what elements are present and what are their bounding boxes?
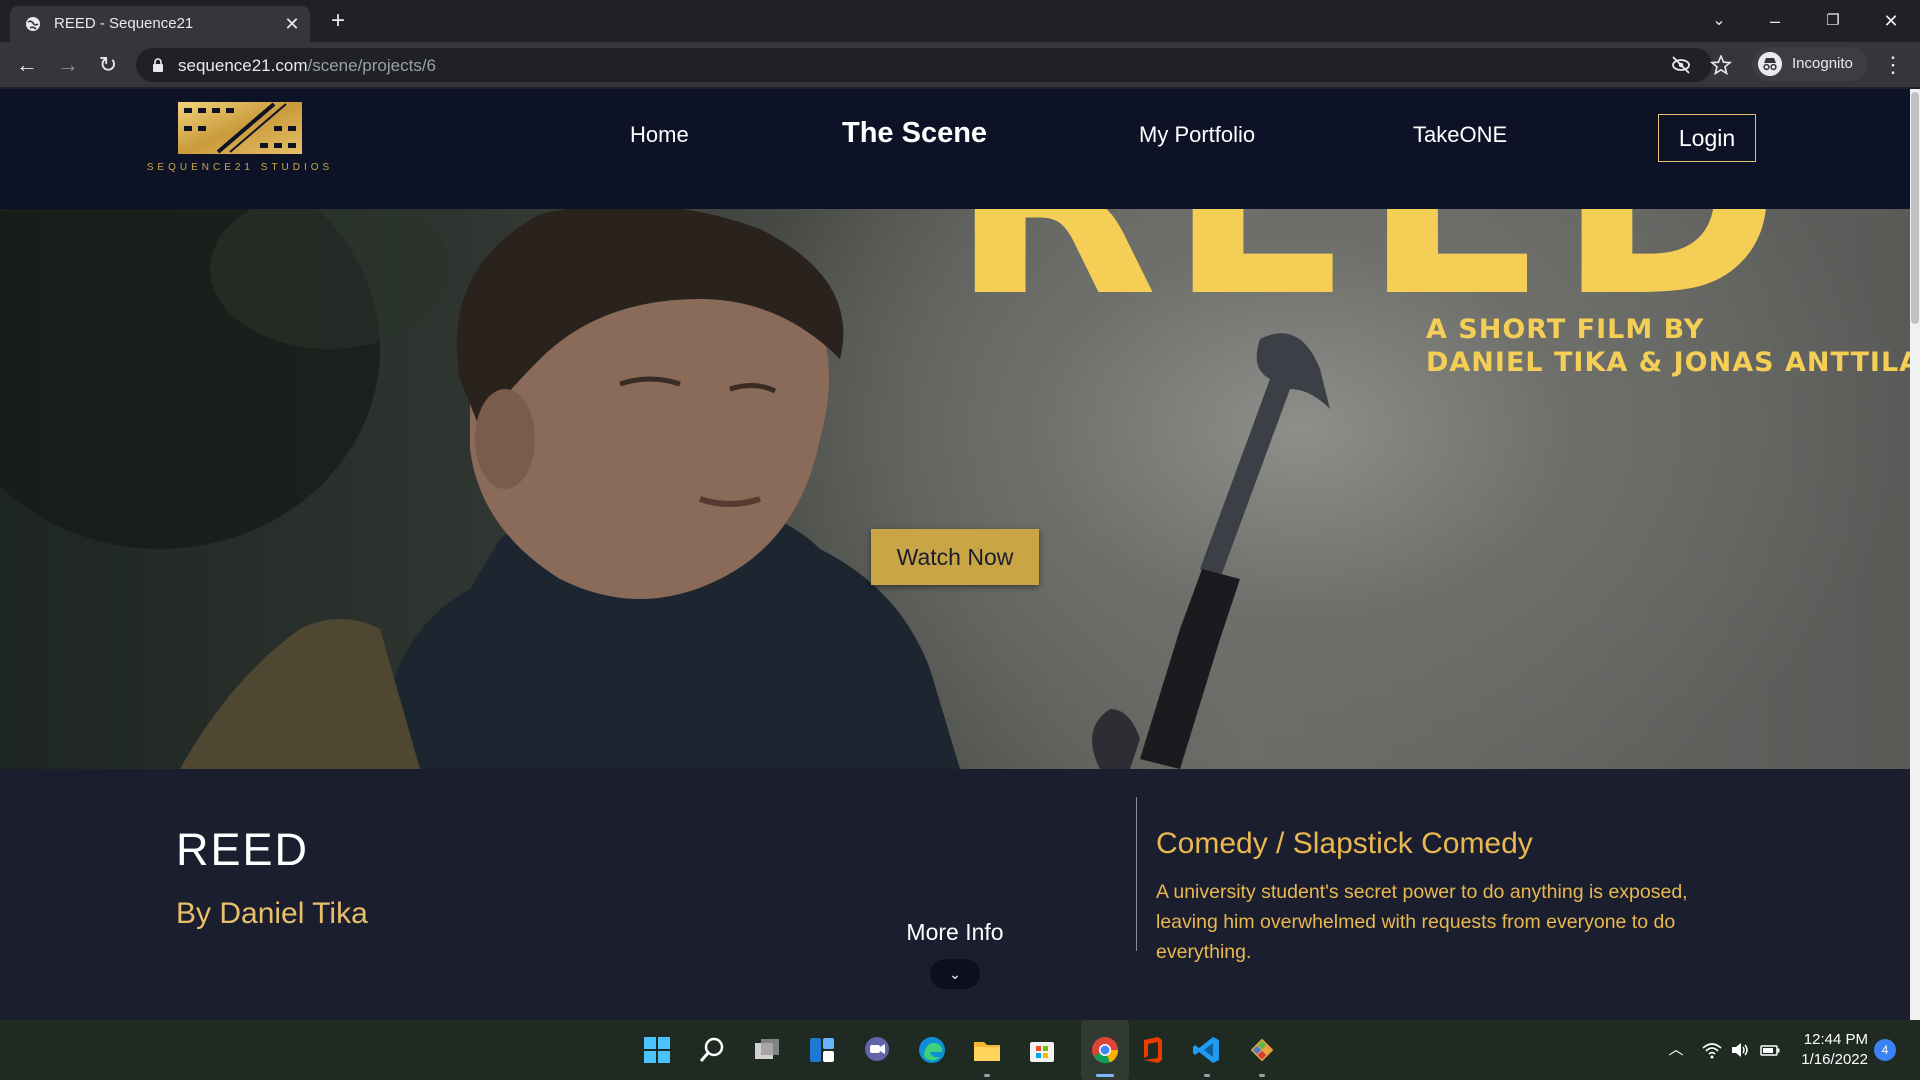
globe-icon [26, 17, 40, 31]
poster-credit-line1: A SHORT FILM BY [1426, 314, 1705, 345]
lock-icon [153, 58, 163, 72]
incognito-icon [1758, 52, 1782, 76]
film-genre: Comedy / Slapstick Comedy [1156, 827, 1533, 860]
hero-actor-image [0, 209, 960, 769]
url-path: /scene/projects/6 [307, 56, 436, 75]
chrome-browser-icon[interactable] [1089, 1034, 1121, 1066]
watch-now-button[interactable]: Watch Now [871, 529, 1039, 585]
incognito-profile-button[interactable]: Incognito [1752, 47, 1868, 81]
sword-image [1092, 333, 1330, 769]
film-author: By Daniel Tika [176, 897, 368, 930]
nav-the-scene[interactable]: The Scene [842, 117, 987, 150]
page-scrollbar-thumb[interactable] [1911, 92, 1919, 324]
microsoft-store-icon[interactable] [1026, 1034, 1058, 1066]
chrome-active-indicator [1096, 1074, 1114, 1077]
address-bar[interactable]: sequence21.com/scene/projects/6 [136, 48, 1732, 82]
edge-browser-icon[interactable] [916, 1034, 948, 1066]
vscode-icon[interactable] [1191, 1034, 1223, 1066]
wifi-icon[interactable] [1702, 1040, 1722, 1060]
tab-search-icon[interactable]: ⌄ [1706, 8, 1732, 34]
browser-tab-bar: REED - Sequence21 ✕ + ⌄ – ❐ ✕ [0, 0, 1920, 42]
hero-banner: REED A SHORT FILM BY DANIEL TIKA & JONAS… [0, 209, 1910, 769]
clock-date: 1/16/2022 [1801, 1051, 1868, 1068]
system-clock[interactable]: 12:44 PM 1/16/2022 [1788, 1030, 1868, 1070]
nav-home[interactable]: Home [630, 122, 689, 148]
logo-wordmark: SEQUENCE21 STUDIOS [146, 162, 334, 173]
minimize-icon[interactable]: – [1762, 8, 1788, 34]
restore-icon[interactable]: ❐ [1820, 8, 1846, 34]
volume-icon[interactable] [1730, 1040, 1750, 1060]
windows-taskbar: ︿ 12:44 PM 1/16/2022 4 [0, 1020, 1920, 1080]
browser-menu-icon[interactable]: ⋮ [1882, 51, 1904, 79]
browser-tab-active[interactable]: REED - Sequence21 ✕ [10, 6, 310, 42]
poster-credit: A SHORT FILM BY DANIEL TIKA & JONAS ANTT… [1426, 313, 1910, 379]
star-icon[interactable] [1710, 55, 1732, 75]
clock-time: 12:44 PM [1803, 1031, 1868, 1048]
film-title: REED [176, 824, 310, 875]
tray-overflow-chevron-icon[interactable]: ︿ [1666, 1040, 1686, 1060]
film-info-section: REED By Daniel Tika More Info ⌄ Comedy /… [0, 769, 1910, 1020]
office-icon[interactable] [1136, 1034, 1168, 1066]
site-header: SEQUENCE21 STUDIOS Home The Scene My Por… [0, 89, 1910, 209]
file-explorer-running-dot [984, 1074, 990, 1077]
incognito-label: Incognito [1792, 55, 1853, 72]
new-tab-button[interactable]: + [326, 9, 350, 33]
nav-takeone[interactable]: TakeONE [1413, 122, 1507, 148]
film-synopsis: A university student's secret power to d… [1156, 881, 1688, 963]
nav-my-portfolio[interactable]: My Portfolio [1139, 122, 1255, 148]
close-tab-icon[interactable]: ✕ [282, 14, 302, 34]
file-explorer-icon[interactable] [971, 1034, 1003, 1066]
expand-chevron-button[interactable]: ⌄ [930, 959, 980, 989]
close-window-icon[interactable]: ✕ [1878, 8, 1904, 34]
forward-arrow-icon[interactable]: → [54, 51, 82, 79]
url-domain: sequence21.com [178, 56, 308, 75]
tab-title: REED - Sequence21 [54, 15, 194, 32]
login-button[interactable]: Login [1658, 114, 1756, 162]
back-arrow-icon[interactable]: ← [13, 51, 41, 79]
more-info-label[interactable]: More Info [902, 919, 1008, 946]
url-text: sequence21.com/scene/projects/6 [178, 56, 436, 76]
film-strip-logo-icon [178, 102, 302, 154]
reload-icon[interactable]: ↻ [94, 51, 122, 79]
poster-credit-line2: DANIEL TIKA & JONAS ANTTILA [1426, 347, 1910, 378]
notification-badge[interactable]: 4 [1874, 1039, 1896, 1061]
site-logo[interactable]: SEQUENCE21 STUDIOS [140, 102, 340, 182]
git-app-icon[interactable] [1246, 1034, 1278, 1066]
chat-icon[interactable] [861, 1034, 893, 1066]
search-icon[interactable] [696, 1034, 728, 1066]
browser-toolbar: ← → ↻ sequence21.com/scene/projects/6 In… [0, 42, 1920, 88]
battery-icon[interactable] [1760, 1040, 1780, 1060]
windows-start-icon[interactable] [641, 1034, 673, 1066]
vscode-running-dot [1204, 1074, 1210, 1077]
section-divider [1136, 797, 1137, 951]
widgets-icon[interactable] [806, 1034, 838, 1066]
git-app-running-dot [1259, 1074, 1265, 1077]
screen: REED - Sequence21 ✕ + ⌄ – ❐ ✕ ← → ↻ sequ… [0, 0, 1920, 1080]
eye-off-icon[interactable] [1670, 55, 1692, 75]
task-view-icon[interactable] [751, 1034, 783, 1066]
